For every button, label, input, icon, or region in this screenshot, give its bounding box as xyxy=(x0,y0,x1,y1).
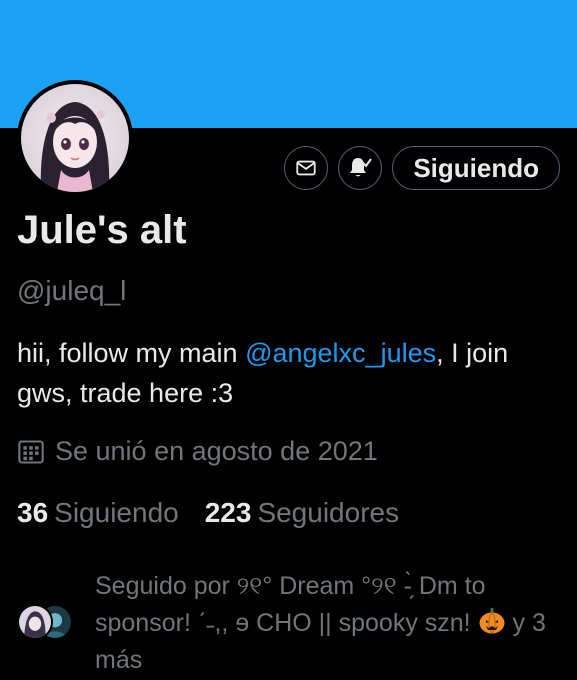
following-stat[interactable]: 36 Siguiendo xyxy=(17,497,179,529)
calendar-icon xyxy=(18,439,44,464)
pumpkin-icon xyxy=(479,608,505,634)
followed-by-text: Seguido por ୨୧° Dream °୨୧ -̗̀ Dm to spon… xyxy=(95,568,565,679)
avatar-image xyxy=(21,84,129,192)
envelope-icon xyxy=(296,160,316,176)
message-button[interactable] xyxy=(284,146,329,190)
profile-bio: hii, follow my main @angelxc_jules, I jo… xyxy=(17,333,565,413)
followed-by[interactable]: Seguido por ୨୧° Dream °୨୧ -̗̀ Dm to spon… xyxy=(17,568,565,679)
profile-stats: 36 Siguiendo 223 Seguidores xyxy=(17,497,399,529)
bio-mention-link[interactable]: @angelxc_jules xyxy=(245,338,436,368)
joined-date: Se unió en agosto de 2021 xyxy=(17,436,378,467)
followed-by-names: Seguido por ୨୧° Dream °୨୧ -̗̀ Dm to spon… xyxy=(95,572,486,637)
follower-avatar xyxy=(17,604,53,640)
followers-label: Seguidores xyxy=(257,497,400,528)
followed-by-avatars xyxy=(17,604,77,644)
profile-actions: Siguiendo xyxy=(284,146,560,190)
profile-avatar[interactable] xyxy=(17,80,133,196)
display-name: Jule's alt xyxy=(17,208,187,252)
following-count: 36 xyxy=(17,497,49,528)
followers-count: 223 xyxy=(204,497,252,528)
notifications-button[interactable] xyxy=(338,146,383,190)
profile-handle: @juleq_l xyxy=(17,275,127,306)
following-label: Siguiendo xyxy=(54,497,179,528)
profile-page: Siguiendo Jule's alt @juleq_l hii, follo… xyxy=(0,0,577,680)
bio-text-prefix: hii, follow my main xyxy=(17,338,246,368)
bell-check-icon xyxy=(350,158,373,177)
joined-text: Se unió en agosto de 2021 xyxy=(55,436,378,466)
followers-stat[interactable]: 223 Seguidores xyxy=(205,497,399,529)
following-button[interactable]: Siguiendo xyxy=(392,146,560,190)
